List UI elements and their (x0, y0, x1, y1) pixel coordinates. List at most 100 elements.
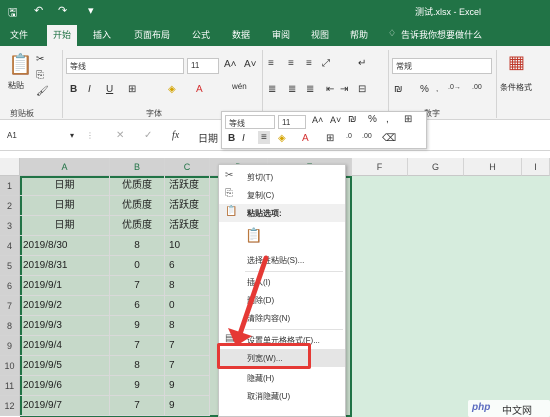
table-cell[interactable]: 10 (165, 236, 210, 256)
insert-function-icon[interactable]: fx (172, 130, 179, 141)
mini-fill-color-icon[interactable]: ◈ (278, 133, 286, 144)
row-header[interactable]: 2 (0, 196, 20, 216)
mini-percent-icon[interactable]: % (368, 114, 377, 125)
row-header[interactable]: 10 (0, 356, 20, 376)
table-cell[interactable]: 优质度 (110, 176, 165, 196)
table-cell[interactable]: 7 (165, 336, 210, 356)
table-cell[interactable]: 9 (165, 396, 210, 416)
menu-item-paste-default[interactable]: 📋 (219, 225, 345, 249)
table-cell[interactable]: 7 (110, 336, 165, 356)
table-cell[interactable]: 7 (110, 276, 165, 296)
comma-style-icon[interactable]: , (436, 84, 438, 93)
table-cell[interactable]: 2019/9/6 (20, 376, 110, 396)
table-cell[interactable]: 7 (165, 356, 210, 376)
orientation-icon[interactable]: ⤢ (322, 58, 330, 69)
mini-increase-font-icon[interactable]: A˄ (312, 115, 323, 125)
mini-accounting-icon[interactable]: ₪ (348, 114, 357, 125)
conditional-format-label[interactable]: 条件格式 (500, 82, 532, 93)
table-cell[interactable]: 9 (165, 376, 210, 396)
font-name-box[interactable]: 等线 (66, 58, 184, 74)
bold-icon[interactable]: B (70, 84, 77, 95)
decrease-indent-icon[interactable]: ⇤ (326, 84, 334, 95)
mini-format-painter-icon[interactable]: ⊞ (404, 114, 412, 125)
phonetic-icon[interactable]: wén (232, 82, 247, 91)
chevron-down-icon[interactable]: ▾ (70, 131, 74, 140)
col-header-f[interactable]: F (352, 158, 408, 176)
menu-item-hide[interactable]: 隐藏(H) (219, 369, 345, 387)
align-middle-icon[interactable]: ≡ (288, 58, 294, 69)
menu-item-cut[interactable]: ✂ 剪切(T) (219, 168, 345, 186)
italic-icon[interactable]: I (88, 84, 91, 95)
font-size-box[interactable]: 11 (187, 58, 219, 74)
formula-content[interactable]: 日期 (198, 130, 218, 145)
tab-review[interactable]: 审阅 (272, 28, 290, 41)
align-bottom-icon[interactable]: ≡ (306, 58, 312, 69)
cancel-icon[interactable]: ✕ (116, 130, 124, 141)
row-header[interactable]: 1 (0, 176, 20, 196)
paste-label[interactable]: 粘贴 (8, 80, 24, 91)
table-cell[interactable]: 优质度 (110, 196, 165, 216)
wrap-text-icon[interactable]: ↵ (358, 58, 366, 69)
table-cell[interactable]: 2019/8/30 (20, 236, 110, 256)
row-header[interactable]: 7 (0, 296, 20, 316)
table-cell[interactable]: 6 (165, 256, 210, 276)
menu-item-unhide[interactable]: 取消隐藏(U) (219, 387, 345, 405)
mini-comma-icon[interactable]: , (386, 114, 389, 125)
tab-data[interactable]: 数据 (232, 28, 250, 41)
underline-icon[interactable]: U (106, 84, 113, 95)
col-header-g[interactable]: G (408, 158, 464, 176)
table-cell[interactable]: 8 (110, 356, 165, 376)
decrease-decimal-icon[interactable]: .00 (472, 84, 482, 91)
customize-qat-icon[interactable]: ▾ (88, 4, 94, 17)
mini-increase-decimal-icon[interactable]: .0 (346, 133, 352, 140)
table-cell[interactable]: 2019/9/2 (20, 296, 110, 316)
undo-icon[interactable]: ↶ (34, 4, 43, 17)
percent-icon[interactable]: % (420, 84, 429, 95)
table-cell[interactable]: 0 (165, 296, 210, 316)
accounting-format-icon[interactable]: ₪ (394, 84, 403, 95)
table-cell[interactable]: 2019/9/1 (20, 276, 110, 296)
tab-page-layout[interactable]: 页面布局 (134, 28, 170, 41)
table-cell[interactable]: 0 (110, 256, 165, 276)
mini-border-icon[interactable]: ⊞ (326, 133, 334, 144)
font-color-icon[interactable]: A (196, 84, 203, 95)
table-cell[interactable]: 8 (165, 316, 210, 336)
table-cell[interactable]: 活跃度 (165, 176, 210, 196)
table-cell[interactable]: 8 (110, 236, 165, 256)
align-top-icon[interactable]: ≡ (268, 58, 274, 69)
row-header[interactable]: 6 (0, 276, 20, 296)
decrease-font-icon[interactable]: A˅ (244, 59, 257, 70)
paste-icon[interactable]: 📋 (8, 52, 33, 77)
table-cell[interactable]: 2019/9/4 (20, 336, 110, 356)
fill-color-icon[interactable]: ◈ (168, 84, 176, 95)
table-cell[interactable]: 日期 (20, 196, 110, 216)
menu-item-copy[interactable]: ⎘ 复制(C) (219, 186, 345, 204)
col-header-i[interactable]: I (522, 158, 550, 176)
col-header-a[interactable]: A (20, 158, 110, 176)
tab-insert[interactable]: 插入 (93, 28, 111, 41)
format-painter-icon[interactable]: 🖌 (36, 86, 49, 97)
redo-icon[interactable]: ↷ (58, 4, 67, 17)
table-cell[interactable]: 日期 (20, 216, 110, 236)
increase-indent-icon[interactable]: ⇥ (340, 84, 348, 95)
row-header[interactable]: 5 (0, 256, 20, 276)
tab-view[interactable]: 视图 (311, 28, 329, 41)
mini-bold-icon[interactable]: B (228, 133, 235, 144)
table-cell[interactable]: 8 (165, 276, 210, 296)
tab-home[interactable]: 开始 (47, 25, 78, 46)
table-cell[interactable]: 2019/9/7 (20, 396, 110, 416)
row-header[interactable]: 8 (0, 316, 20, 336)
mini-align-center-icon[interactable]: ≡ (258, 131, 270, 144)
increase-font-icon[interactable]: A˄ (224, 59, 237, 70)
cut-icon[interactable]: ✂ (36, 54, 44, 65)
mini-italic-icon[interactable]: I (242, 133, 245, 144)
table-cell[interactable]: 2019/8/31 (20, 256, 110, 276)
save-icon[interactable]: 🖫 (8, 4, 17, 23)
copy-icon[interactable]: ⎘ (36, 70, 44, 81)
mini-font-size[interactable]: 11 (278, 115, 306, 129)
table-cell[interactable]: 活跃度 (165, 196, 210, 216)
table-cell[interactable]: 优质度 (110, 216, 165, 236)
table-cell[interactable]: 2019/9/5 (20, 356, 110, 376)
select-all-corner[interactable] (0, 158, 20, 176)
table-cell[interactable]: 7 (110, 396, 165, 416)
